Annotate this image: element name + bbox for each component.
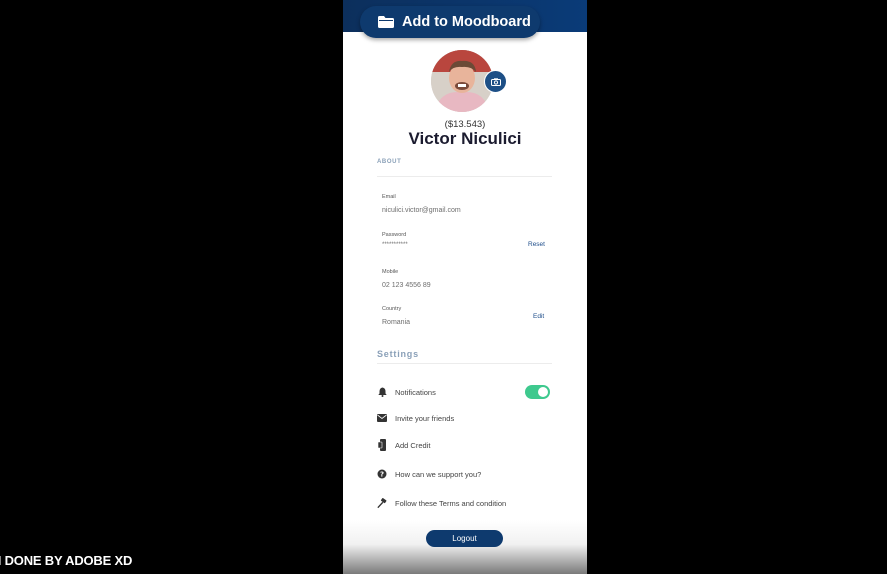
credit-card-icon: [377, 439, 387, 451]
phone-screen: Profile Add to Moodboard ($13.543) Victo…: [343, 0, 587, 574]
notifications-toggle[interactable]: [525, 385, 550, 399]
settings-item-notifications[interactable]: Notifications: [377, 385, 436, 399]
mobile-field[interactable]: 02 123 4556 89: [382, 282, 431, 289]
settings-divider: [377, 363, 552, 364]
settings-item-support[interactable]: ? How can we support you?: [377, 467, 481, 481]
toggle-knob: [538, 387, 548, 397]
country-label: Country: [382, 306, 402, 312]
video-caption: N DONE BY ADOBE XD: [0, 553, 133, 568]
about-section-title: ABOUT: [377, 159, 402, 165]
settings-section-title: Settings: [377, 349, 419, 359]
gavel-icon: [377, 497, 387, 508]
help-icon: ?: [377, 469, 387, 479]
logout-button[interactable]: Logout: [426, 530, 503, 547]
envelope-icon: [377, 413, 387, 423]
settings-item-label: How can we support you?: [395, 469, 482, 479]
mobile-label: Mobile: [382, 269, 399, 275]
change-photo-button[interactable]: [484, 70, 507, 93]
svg-text:?: ?: [380, 471, 384, 479]
settings-item-label: Add Credit: [395, 440, 431, 450]
edit-country-link[interactable]: Edit: [533, 313, 544, 320]
reset-password-link[interactable]: Reset: [528, 241, 545, 248]
moodboard-label: Add to Moodboard: [402, 14, 531, 30]
about-divider: [377, 176, 552, 177]
settings-item-label: Notifications: [395, 387, 436, 397]
settings-item-label: Invite your friends: [395, 413, 455, 423]
camera-icon: [490, 77, 501, 86]
email-field[interactable]: niculici.victor@gmail.com: [382, 207, 461, 214]
add-to-moodboard-button[interactable]: Add to Moodboard: [360, 6, 540, 38]
settings-item-invite-friends[interactable]: Invite your friends: [377, 411, 454, 425]
bottom-gradient: [343, 520, 587, 574]
folder-icon: [378, 16, 394, 28]
bell-icon: [377, 387, 387, 397]
password-field[interactable]: ***********: [382, 242, 408, 248]
settings-item-add-credit[interactable]: Add Credit: [377, 438, 430, 452]
settings-item-terms[interactable]: Follow these Terms and condition: [377, 496, 506, 510]
settings-item-label: Follow these Terms and condition: [395, 498, 507, 508]
user-name: Victor Niculici: [408, 129, 522, 148]
email-label: Email: [382, 194, 396, 200]
country-field[interactable]: Romania: [382, 319, 410, 326]
password-label: Password: [382, 232, 407, 238]
